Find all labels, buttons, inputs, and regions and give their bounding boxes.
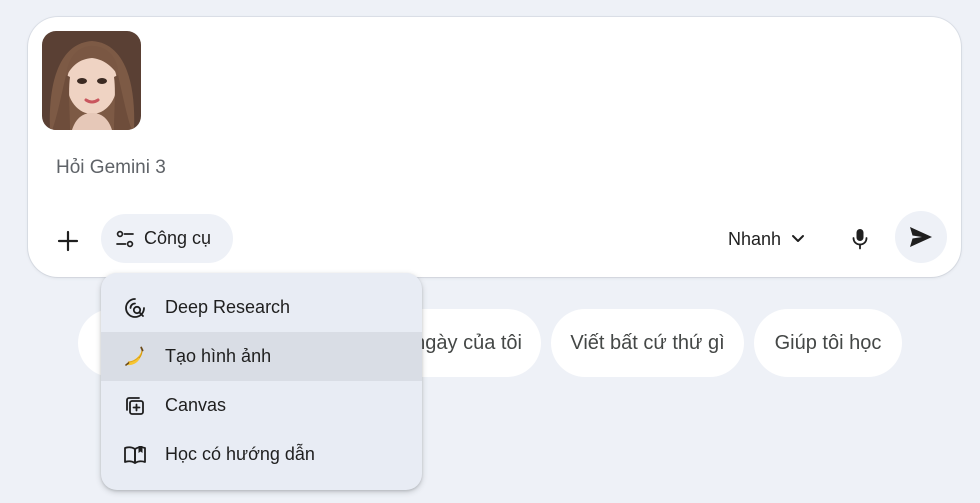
microphone-icon bbox=[852, 229, 868, 250]
menu-item-canvas[interactable]: Canvas bbox=[101, 381, 422, 430]
deep-research-icon bbox=[123, 296, 147, 320]
tune-icon bbox=[116, 230, 134, 247]
menu-item-label: Tạo hình ảnh bbox=[165, 346, 272, 366]
tools-menu: Deep Research Tạo hình ảnh Canvas Học có… bbox=[101, 273, 422, 490]
tools-label: Công cụ bbox=[144, 228, 212, 248]
menu-item-create-image[interactable]: Tạo hình ảnh bbox=[101, 332, 422, 381]
canvas-icon bbox=[123, 394, 147, 418]
menu-item-deep-research[interactable]: Deep Research bbox=[101, 283, 422, 332]
chevron-down-icon bbox=[792, 235, 805, 242]
tools-button[interactable]: Công cụ bbox=[101, 214, 233, 263]
attached-image-thumbnail[interactable] bbox=[42, 31, 141, 130]
menu-item-label: Học có hướng dẫn bbox=[165, 444, 315, 464]
add-button[interactable] bbox=[48, 221, 88, 261]
portrait-image bbox=[42, 31, 141, 130]
send-button[interactable] bbox=[895, 211, 947, 263]
suggestion-chip[interactable]: Viết bất cứ thứ gì bbox=[551, 309, 744, 377]
guided-learning-icon bbox=[123, 443, 147, 467]
mode-selector[interactable]: Nhanh bbox=[720, 221, 813, 257]
send-icon bbox=[910, 227, 932, 247]
mode-label: Nhanh bbox=[728, 228, 782, 249]
prompt-input[interactable] bbox=[56, 153, 916, 183]
menu-item-guided-learning[interactable]: Học có hướng dẫn bbox=[101, 430, 422, 479]
plus-icon bbox=[57, 230, 79, 252]
menu-item-label: Canvas bbox=[165, 395, 227, 415]
menu-item-label: Deep Research bbox=[165, 297, 291, 317]
banana-icon bbox=[123, 345, 147, 369]
prompt-composer: Công cụ Nhanh bbox=[28, 17, 961, 277]
microphone-button[interactable] bbox=[840, 219, 880, 259]
suggestion-chip[interactable]: Giúp tôi học bbox=[754, 309, 902, 377]
